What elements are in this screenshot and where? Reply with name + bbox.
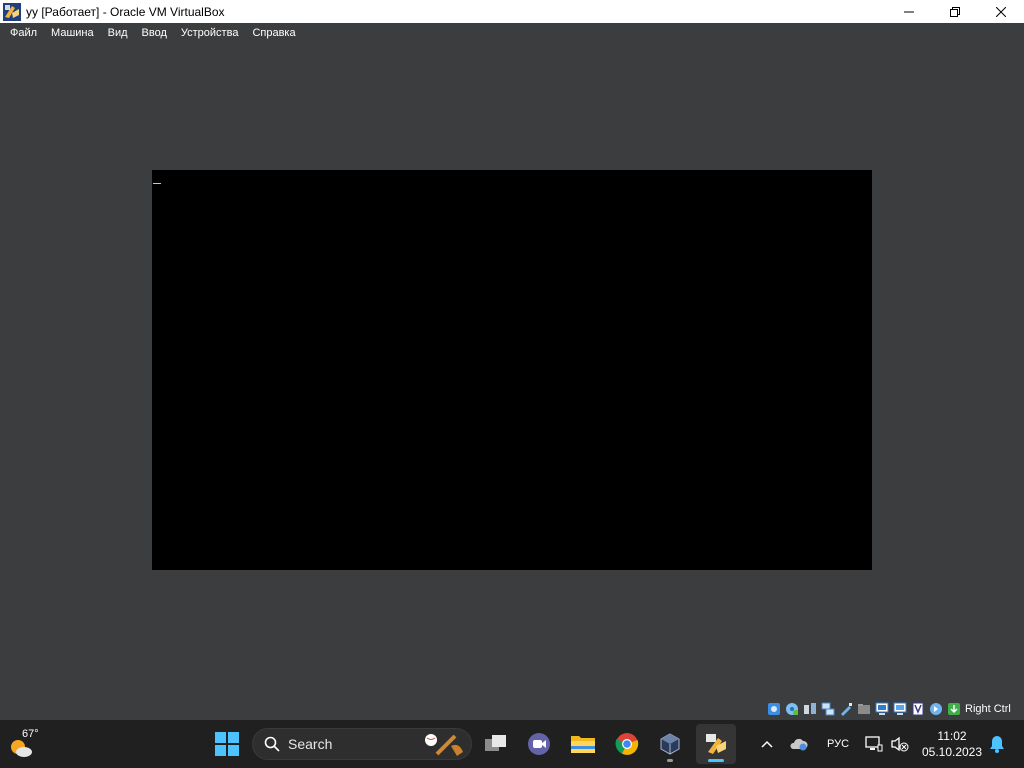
running-indicator — [667, 759, 673, 762]
mouse-integration-icon[interactable] — [928, 702, 943, 717]
audio-icon[interactable] — [802, 702, 817, 717]
chrome-icon — [615, 733, 639, 755]
restore-icon — [950, 6, 960, 17]
usb-icon[interactable] — [838, 702, 853, 717]
virtualbox-vm-icon — [706, 734, 726, 754]
text-cursor — [153, 183, 161, 184]
menu-devices[interactable]: Устройства — [174, 27, 246, 39]
taskbar: 67° Search РУС 11:02 05.10.2023 — [0, 720, 1024, 768]
weather-temperature: 67° — [22, 728, 39, 740]
menu-help[interactable]: Справка — [245, 27, 302, 39]
window-title: yy [Работает] - Oracle VM VirtualBox — [26, 4, 225, 19]
display-icon[interactable] — [874, 702, 889, 717]
onedrive-cloud-icon — [790, 738, 808, 751]
title-bar: yy [Работает] - Oracle VM VirtualBox — [0, 0, 1024, 23]
keyboard-icon[interactable] — [946, 702, 961, 717]
file-explorer-button[interactable] — [563, 724, 603, 764]
task-view-button[interactable] — [476, 724, 516, 764]
virtualbox-manager-button[interactable] — [650, 724, 690, 764]
search-highlight-icon — [425, 734, 463, 756]
virtualbox-cube-icon — [660, 733, 680, 755]
windows-logo-icon — [215, 732, 239, 756]
menu-view[interactable]: Вид — [101, 27, 135, 39]
maximize-button[interactable] — [932, 0, 978, 23]
network-monitor-icon — [865, 736, 883, 752]
notifications-button[interactable] — [986, 720, 1008, 768]
show-hidden-icons-button[interactable] — [754, 720, 780, 768]
minimize-icon — [904, 11, 914, 12]
host-key-label: Right Ctrl — [965, 703, 1011, 715]
onedrive-button[interactable] — [786, 720, 812, 768]
virtualbox-vm-button[interactable] — [696, 724, 736, 764]
chrome-button[interactable] — [607, 724, 647, 764]
chevron-up-icon — [761, 740, 773, 748]
start-button[interactable] — [207, 724, 247, 764]
folder-icon — [571, 736, 595, 753]
menu-input[interactable]: Ввод — [135, 27, 174, 39]
hard-disk-icon[interactable] — [766, 702, 781, 717]
task-view-icon — [485, 735, 506, 751]
teams-chat-button[interactable] — [519, 724, 559, 764]
minimize-button[interactable] — [886, 0, 932, 23]
close-button[interactable] — [978, 0, 1024, 23]
vm-status-bar: Right Ctrl — [766, 700, 1024, 718]
language-label: РУС — [826, 738, 850, 750]
menu-machine[interactable]: Машина — [44, 27, 101, 39]
search-input[interactable]: Search — [252, 728, 472, 760]
search-placeholder: Search — [288, 736, 333, 752]
menu-bar: Файл Машина Вид Ввод Устройства Справка — [0, 23, 1024, 42]
optical-drive-icon[interactable] — [784, 702, 799, 717]
teams-chat-icon — [528, 733, 550, 755]
network-icon[interactable] — [820, 702, 835, 717]
clock-time: 11:02 — [937, 729, 967, 743]
volume-tray-button[interactable] — [888, 720, 912, 768]
clock-date: 05.10.2023 — [921, 745, 983, 759]
clock[interactable]: 11:02 05.10.2023 — [918, 728, 986, 760]
speaker-muted-icon — [891, 736, 909, 752]
network-tray-button[interactable] — [862, 720, 886, 768]
language-indicator[interactable]: РУС — [820, 720, 856, 768]
active-indicator — [708, 759, 724, 762]
bell-icon — [990, 736, 1004, 753]
recording-icon[interactable] — [892, 702, 907, 717]
shared-folders-icon[interactable] — [856, 702, 871, 717]
menu-file[interactable]: Файл — [3, 27, 44, 39]
close-icon — [996, 6, 1006, 17]
search-icon — [264, 736, 280, 752]
weather-widget[interactable]: 67° — [8, 726, 48, 762]
vm-display[interactable] — [152, 170, 872, 570]
virtualization-icon[interactable] — [910, 702, 925, 717]
virtualbox-app-icon[interactable] — [3, 2, 21, 21]
